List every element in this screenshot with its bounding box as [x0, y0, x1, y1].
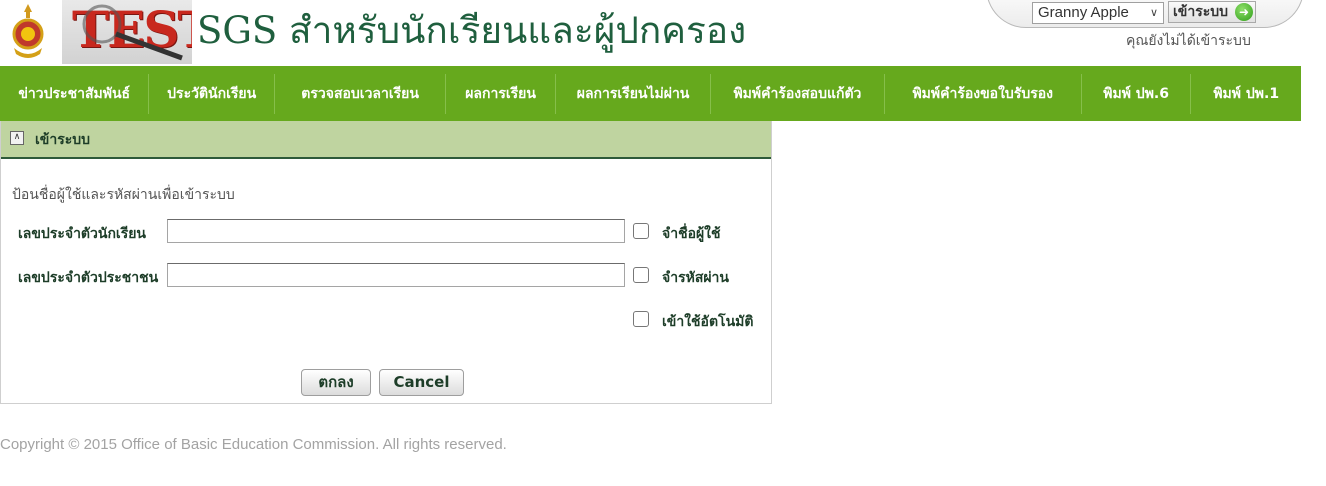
login-link-label: เข้าระบบ [1173, 4, 1229, 20]
chevron-down-icon: ∨ [1149, 7, 1158, 19]
panel-title: เข้าระบบ [35, 132, 91, 148]
remember-user-checkbox[interactable] [633, 223, 649, 239]
site-title: SGS สำหรับนักเรียนและผู้ปกครอง [197, 9, 747, 52]
user-select[interactable]: Granny Apple ∨ [1032, 2, 1164, 24]
nav-item-failed-grades[interactable]: ผลการเรียนไม่ผ่าน [556, 73, 712, 114]
nav-item-news[interactable]: ข่าวประชาสัมพันธ์ [0, 73, 150, 114]
login-status: คุณยังไม่ได้เข้าระบบ [1126, 33, 1251, 49]
citizen-id-input[interactable] [167, 263, 625, 287]
user-select-value: Granny Apple [1038, 4, 1129, 21]
login-panel: ∧ เข้าระบบ ป้อนชื่อผู้ใช้และรหัสผ่านเพื่… [0, 121, 772, 404]
ok-button[interactable]: ตกลง [301, 369, 371, 396]
nav-item-print-por-por-6[interactable]: พิมพ์ ปพ.6 [1082, 73, 1192, 114]
magnifier-icon [82, 4, 183, 61]
nav-item-student-profile[interactable]: ประวัตินักเรียน [149, 73, 275, 114]
remember-password-checkbox[interactable] [633, 267, 649, 283]
remember-user-label: จำชื่อผู้ใช้ [662, 226, 721, 242]
header: TEST SGS สำหรับนักเรียนและผู้ปกครอง Gran… [0, 0, 1326, 66]
cancel-button[interactable]: Cancel [379, 369, 464, 396]
nav-item-print-certificate-request[interactable]: พิมพ์คำร้องขอใบรับรอง [885, 73, 1082, 114]
test-logo: TEST [62, 0, 192, 64]
remember-password-label: จำรหัสผ่าน [662, 270, 729, 286]
auto-login-checkbox[interactable] [633, 311, 649, 327]
citizen-id-label: เลขประจำตัวประชาชน [18, 270, 159, 286]
collapse-icon[interactable]: ∧ [10, 131, 24, 145]
arrow-right-icon: ➜ [1235, 3, 1253, 21]
login-link-button[interactable]: เข้าระบบ ➜ [1168, 1, 1256, 23]
nav-item-print-por-por-1[interactable]: พิมพ์ ปพ.1 [1191, 74, 1301, 114]
nav-item-grades[interactable]: ผลการเรียน [446, 73, 556, 114]
student-id-label: เลขประจำตัวนักเรียน [18, 226, 147, 242]
school-crest-logo [12, 4, 44, 58]
auto-login-label: เข้าใช้อัตโนมัติ [662, 314, 754, 330]
nav-item-print-retest-request[interactable]: พิมพ์คำร้องสอบแก้ตัว [711, 73, 885, 114]
nav-item-attendance[interactable]: ตรวจสอบเวลาเรียน [275, 73, 447, 114]
footer-copyright: Copyright © 2015 Office of Basic Educati… [0, 436, 507, 453]
login-instruction: ป้อนชื่อผู้ใช้และรหัสผ่านเพื่อเข้าระบบ [12, 187, 235, 203]
panel-header: ∧ เข้าระบบ [1, 121, 771, 159]
student-id-input[interactable] [167, 219, 625, 243]
main-nav: ข่าวประชาสัมพันธ์ ประวัตินักเรียน ตรวจสอ… [0, 66, 1301, 121]
